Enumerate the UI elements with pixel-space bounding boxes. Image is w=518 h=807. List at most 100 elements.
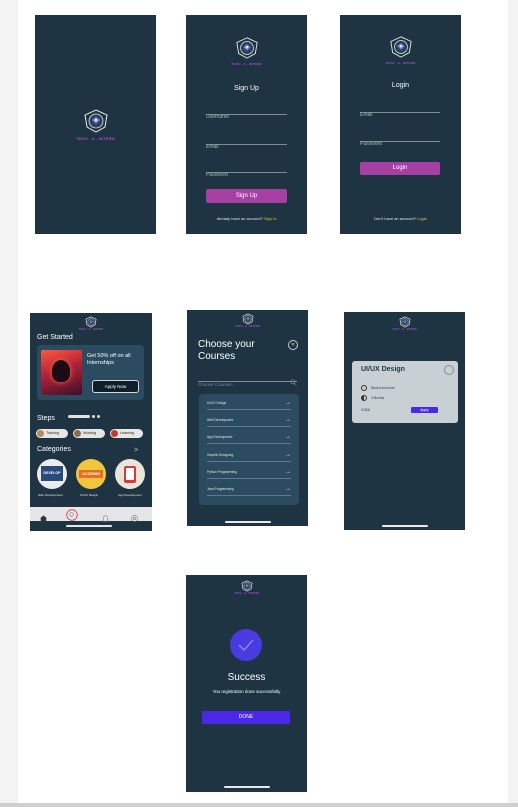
category-web-development[interactable]: DEVELOP	[37, 459, 67, 489]
avatar	[111, 430, 118, 437]
brand-name: TECH - A - INTERN	[235, 325, 260, 328]
signup-button[interactable]: Sign Up	[206, 189, 287, 203]
shield-logo-icon	[235, 36, 259, 60]
course-label: UI/UX Design	[207, 401, 227, 405]
category-app-development[interactable]	[115, 459, 145, 489]
course-item-ui-ux-design[interactable]: UI/UX Design →	[207, 398, 291, 410]
password-input[interactable]	[360, 141, 440, 147]
apply-button[interactable]: Apply	[411, 407, 438, 413]
course-label: App Development	[207, 435, 233, 439]
chip-label: Learning	[120, 431, 134, 435]
course-item-app-development[interactable]: App Development →	[207, 432, 291, 444]
arrow-right-icon: →	[285, 452, 291, 458]
email-input[interactable]	[360, 112, 440, 118]
success-title: Success	[227, 672, 266, 683]
avatar	[37, 430, 44, 437]
brand-name: TECH - A - INTERN	[231, 62, 262, 66]
password-field[interactable]	[206, 163, 287, 178]
signup-prompt-text: Don't have an account?	[374, 216, 416, 221]
login-button[interactable]: Login	[360, 162, 440, 175]
username-input[interactable]	[206, 114, 287, 120]
duration-text: 3 Months	[371, 395, 385, 400]
arrow-right-icon: →	[285, 469, 291, 475]
step-chip-learning[interactable]: Learning	[110, 429, 143, 438]
signin-prompt-text: Already have an account?	[216, 216, 263, 221]
course-label: Graphic Designing	[207, 453, 234, 457]
email-field[interactable]	[360, 103, 440, 118]
choose-courses-screen: TECH - A - INTERN Choose your Courses ✕ …	[187, 310, 308, 526]
duration-row: 3 Months	[361, 395, 384, 401]
promo-image	[41, 350, 82, 395]
get-started-heading: Get Started	[37, 334, 73, 341]
course-card: UI/UX Design Work from home 3 Months ₹15…	[352, 361, 458, 423]
email-field[interactable]	[206, 135, 287, 150]
location-icon	[361, 385, 367, 391]
home-icon[interactable]	[39, 510, 48, 523]
shield-logo-icon	[242, 313, 254, 325]
course-item-graphic-designing[interactable]: Graphic Designing →	[207, 450, 291, 462]
steps-heading: Steps	[37, 415, 55, 422]
apply-now-button[interactable]: Apply Now	[92, 380, 139, 393]
categories-more-icon[interactable]: >	[134, 447, 138, 454]
course-title: UI/UX Design	[361, 366, 405, 373]
mode-row: Work from home	[361, 385, 395, 391]
login-screen: TECH - A - INTERN Login Login Don't have…	[340, 15, 461, 234]
password-input[interactable]	[206, 172, 287, 178]
step-chip-working[interactable]: Working	[73, 429, 105, 438]
password-field[interactable]	[360, 132, 440, 147]
course-item-python-programming[interactable]: Python Programming →	[207, 467, 291, 479]
price-text: ₹1500	[361, 408, 371, 412]
home-indicator	[66, 525, 112, 527]
splash-screen: TECH - A - INTERN	[35, 15, 156, 234]
done-button[interactable]: DONE	[202, 711, 290, 724]
signup-screen: TECH - A - INTERN Sign Up Sign Up Alread…	[186, 15, 307, 234]
category-image-text: DEVELOP	[41, 466, 63, 481]
chip-label: Training	[46, 431, 59, 435]
clock-icon	[361, 395, 367, 401]
promo-card[interactable]: Get 50% off on all Internships Apply Now	[37, 345, 144, 400]
arrow-right-icon: →	[285, 417, 291, 423]
search-icon[interactable]	[66, 508, 78, 521]
course-item-java-programming[interactable]: Java Programming →	[207, 484, 291, 496]
mode-text: Work from home	[371, 385, 395, 390]
success-screen: TECH - A - INTERN Success You registrati…	[186, 575, 307, 792]
home-screen: TECH - A - INTERN Get Started Get 50% of…	[30, 313, 152, 531]
course-item-web-development[interactable]: Web Development →	[207, 415, 291, 427]
settings-icon[interactable]	[130, 510, 139, 522]
page-title: Sign Up	[234, 85, 259, 92]
arrow-right-icon: →	[285, 400, 291, 406]
category-label: App Development	[118, 493, 142, 497]
course-detail-screen: TECH - A - INTERN UI/UX Design Work from…	[344, 312, 465, 530]
shield-logo-icon	[83, 108, 109, 134]
course-search-input[interactable]	[198, 382, 286, 387]
category-image-text: UX DESIGN	[79, 470, 103, 478]
canvas-divider	[0, 803, 518, 807]
carousel-dots[interactable]	[68, 408, 102, 426]
category-label: UI/UX Design	[80, 493, 99, 497]
brand-name: TECH - A - INTERN	[78, 328, 104, 331]
close-icon[interactable]: ✕	[288, 340, 298, 350]
arrow-right-icon: →	[285, 434, 291, 440]
login-link[interactable]: Login	[417, 216, 427, 221]
signup-prompt: Don't have an account? Login	[340, 216, 461, 221]
promo-text: Get 50% off on all Internships	[87, 353, 131, 366]
course-label: Java Programming	[207, 487, 234, 491]
signin-prompt: Already have an account? Sign In	[186, 216, 307, 221]
success-message: You registration done successfully	[212, 689, 281, 694]
username-field[interactable]	[206, 105, 287, 120]
course-search-field[interactable]	[198, 373, 297, 387]
page-title: Login	[391, 82, 410, 89]
brand-name: TECH - A - INTERN	[392, 328, 417, 331]
search-icon[interactable]	[290, 373, 297, 391]
shield-logo-icon	[399, 316, 411, 328]
bell-icon[interactable]	[101, 510, 110, 522]
category-ui-ux-design[interactable]: UX DESIGN	[76, 459, 106, 489]
chip-label: Working	[83, 431, 97, 435]
category-label: Web Development	[38, 493, 63, 497]
brand-name: TECH - A - INTERN	[76, 136, 115, 141]
signin-link[interactable]: Sign In	[264, 216, 276, 221]
brand-name: TECH - A - INTERN	[234, 592, 259, 595]
email-input[interactable]	[206, 144, 287, 150]
close-icon[interactable]	[444, 365, 454, 375]
step-chip-training[interactable]: Training	[36, 429, 68, 438]
